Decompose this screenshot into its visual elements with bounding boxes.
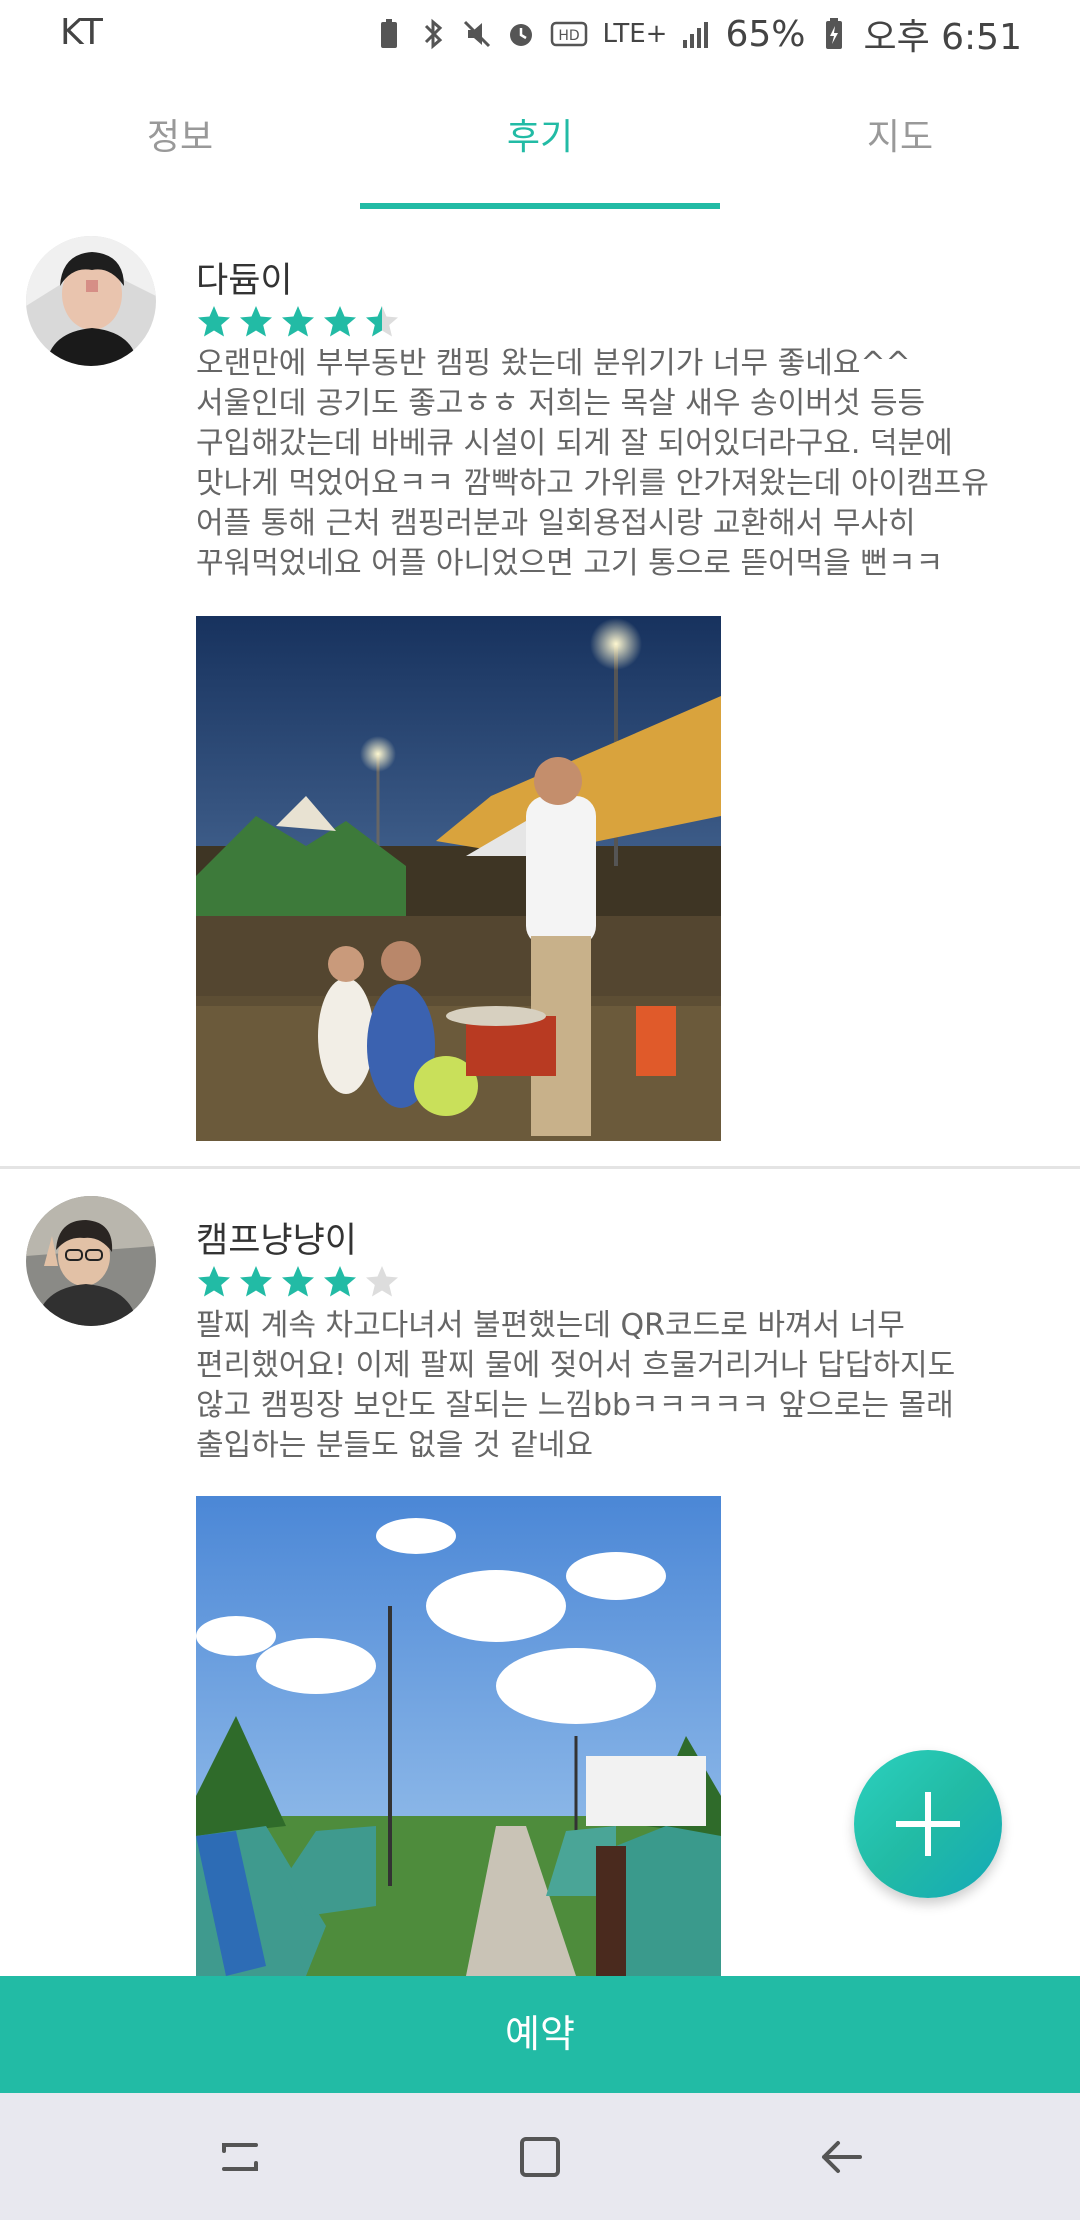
mute-icon xyxy=(464,20,491,48)
reviewer-name: 캠프냥냥이 xyxy=(196,1221,358,1261)
review-text: 오랜만에 부부동반 캠핑 왔는데 분위기가 너무 좋네요^^ 서울인데 공기도 … xyxy=(196,346,989,581)
signal-icon xyxy=(683,22,709,48)
star-icon xyxy=(198,306,230,337)
star-icon xyxy=(240,306,272,337)
hd-icon: HD xyxy=(551,21,588,47)
battery-percent: 65% xyxy=(725,13,806,55)
star-icon xyxy=(282,1266,314,1297)
navigation-bar xyxy=(0,2093,1080,2220)
carrier-label: KT xyxy=(60,12,103,53)
tab-map[interactable]: 지도 xyxy=(720,108,1080,160)
star-icon xyxy=(240,1266,272,1297)
star-icon xyxy=(282,306,314,337)
status-icons: HD LTE+ 65% 오후 6:51 xyxy=(374,8,1022,60)
status-bar: KT HD LTE+ 65% 오후 6:51 xyxy=(0,0,1080,68)
home-icon[interactable] xyxy=(510,2127,570,2187)
svg-text:HD: HD xyxy=(559,28,580,44)
tab-reviews[interactable]: 후기 xyxy=(360,108,720,160)
add-review-button[interactable] xyxy=(854,1750,1002,1898)
star-icon xyxy=(324,306,356,337)
alarm-icon xyxy=(510,24,533,46)
recents-icon[interactable] xyxy=(212,2127,272,2187)
battery-saver-icon xyxy=(381,19,398,48)
tab-info[interactable]: 정보 xyxy=(0,108,360,160)
star-rating xyxy=(196,304,400,340)
star-icon xyxy=(324,1266,356,1297)
review-text: 팔찌 계속 차고다녀서 불편했는데 QR코드로 바껴서 너무 편리했어요! 이제… xyxy=(196,1308,956,1463)
reviewer-name: 다듐이 xyxy=(196,261,293,301)
review-divider xyxy=(0,1166,1080,1169)
night-campsite-bbq-photo[interactable] xyxy=(196,616,721,1141)
active-tab-indicator xyxy=(360,203,720,209)
star-icon xyxy=(198,1266,230,1297)
bluetooth-icon xyxy=(425,18,443,50)
battery-icon xyxy=(826,18,843,49)
reserve-button[interactable]: 예약 xyxy=(0,1976,1080,2093)
network-label: LTE+ xyxy=(602,19,668,49)
avatar[interactable] xyxy=(26,236,156,366)
avatar[interactable] xyxy=(26,1196,156,1326)
clock: 오후 6:51 xyxy=(863,17,1022,58)
star-icon xyxy=(366,1266,398,1297)
star-rating xyxy=(196,1264,400,1300)
star-icon xyxy=(366,306,398,337)
daytime-campsite-tents-photo[interactable] xyxy=(196,1496,721,1976)
back-icon[interactable] xyxy=(812,2127,872,2187)
tab-bar: 정보 후기 지도 xyxy=(0,68,1080,210)
